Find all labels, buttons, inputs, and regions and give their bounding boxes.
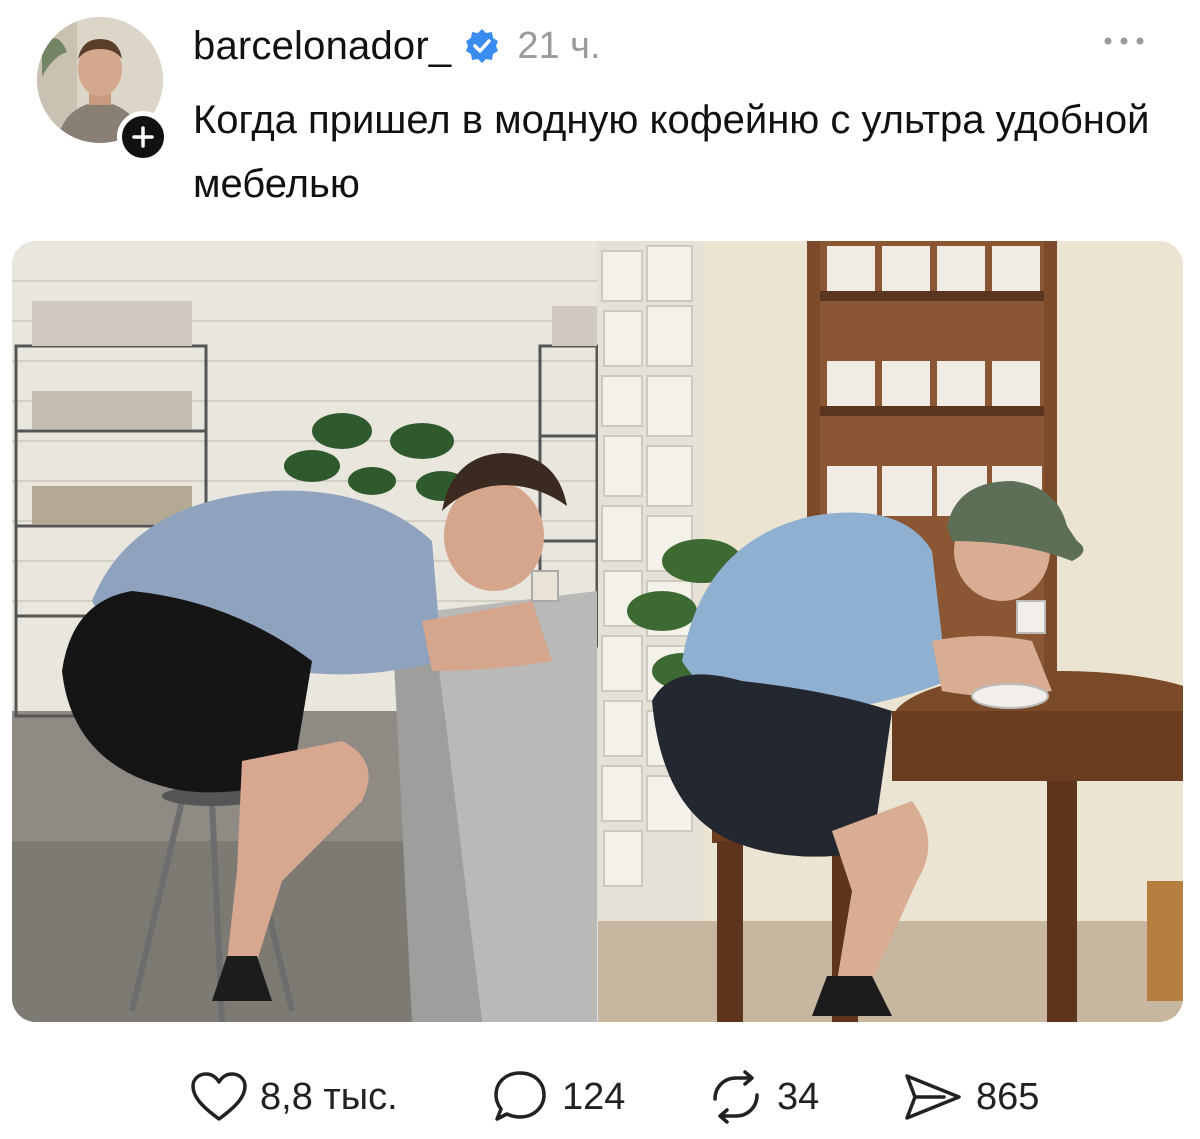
share-count: 865 [976,1075,1040,1118]
post-time: 21 ч. [517,24,601,67]
send-icon [905,1074,961,1120]
comment-button[interactable]: 124 [492,1067,625,1127]
photo-left [12,241,599,1022]
plus-icon [132,126,154,148]
heart-icon [191,1072,247,1121]
comment-bubble-icon [494,1071,546,1121]
more-dots-icon [1104,37,1144,45]
verified-badge-icon [463,27,501,65]
more-options-button[interactable] [1098,26,1150,56]
share-button[interactable]: 865 [902,1067,1039,1127]
username[interactable]: barcelonador_ [193,24,451,69]
post-actions: 8,8 тыс. 124 34 865 [0,1067,1200,1127]
repost-icon [713,1070,759,1124]
post-header: barcelonador_ 21 ч. [193,18,601,74]
photo-right [598,241,1183,1022]
post-media[interactable] [12,241,1183,1022]
repost-count: 34 [777,1075,820,1118]
follow-button[interactable] [117,111,169,163]
repost-button[interactable]: 34 [707,1067,819,1127]
post-text: Когда пришел в модную кофейню с ультра у… [193,98,1150,206]
like-count: 8,8 тыс. [260,1075,398,1118]
comment-count: 124 [562,1075,626,1118]
like-button[interactable]: 8,8 тыс. [190,1067,398,1127]
